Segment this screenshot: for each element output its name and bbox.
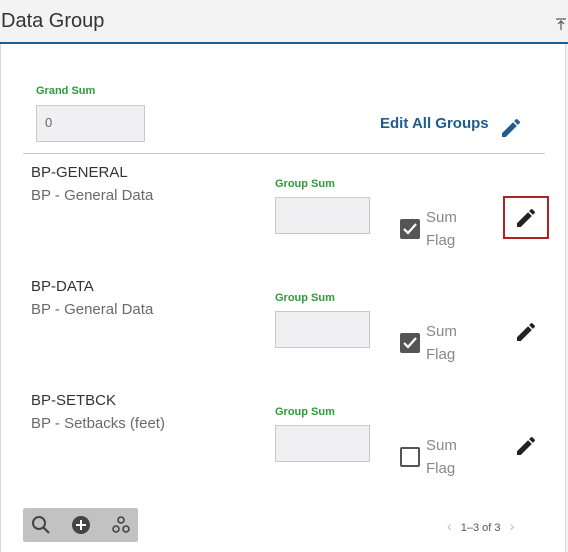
edit-group-button[interactable] xyxy=(503,196,549,239)
settings-gears-icon[interactable] xyxy=(111,515,131,535)
pencil-icon[interactable] xyxy=(499,116,523,140)
group-code: BP-GENERAL xyxy=(31,164,128,181)
pagination-text: 1–3 of 3 xyxy=(460,522,501,534)
pagination: ‹ 1–3 of 3 › xyxy=(447,518,514,534)
group-sum-input[interactable] xyxy=(275,425,370,462)
data-group-row: BP-DATA BP - General Data Group Sum Sum Fla… xyxy=(1,278,567,390)
pencil-icon xyxy=(514,320,538,344)
panel-title: Data Group xyxy=(1,10,105,32)
pencil-icon xyxy=(514,434,538,458)
sum-flag-label: Sum Flag xyxy=(426,209,457,249)
search-icon[interactable] xyxy=(31,515,51,535)
next-page-icon[interactable]: › xyxy=(510,518,515,534)
data-group-row: BP-GENERAL BP - General Data Group Sum Sum … xyxy=(1,164,567,276)
data-group-row: BP-SETBCK BP - Setbacks (feet) Group Sum Su… xyxy=(1,392,567,504)
edit-group-button[interactable] xyxy=(503,424,549,467)
group-code: BP-SETBCK xyxy=(31,392,117,409)
group-sum-label: Group Sum xyxy=(275,178,335,190)
prev-page-icon[interactable]: ‹ xyxy=(447,518,452,534)
edit-all-groups-link[interactable]: Edit All Groups xyxy=(380,115,489,132)
group-sum-label: Group Sum xyxy=(275,292,335,304)
group-sum-label: Group Sum xyxy=(275,406,335,418)
sum-flag-checkbox[interactable] xyxy=(400,219,420,239)
sum-flag-label: Sum Flag xyxy=(426,437,457,477)
sum-flag-label: Sum Flag xyxy=(426,323,457,363)
group-code: BP-DATA xyxy=(31,278,94,295)
group-sum-input[interactable] xyxy=(275,311,370,348)
edit-group-button[interactable] xyxy=(503,310,549,353)
group-sum-input[interactable] xyxy=(275,197,370,234)
group-description: BP - Setbacks (feet) xyxy=(31,415,165,432)
collapse-up-icon[interactable] xyxy=(556,18,566,33)
grand-sum-label: Grand Sum xyxy=(36,85,96,97)
sum-flag-checkbox[interactable] xyxy=(400,447,420,467)
bottom-toolbar xyxy=(23,508,138,542)
pencil-icon xyxy=(514,206,538,230)
group-description: BP - General Data xyxy=(31,187,154,204)
grand-sum-input[interactable]: 0 xyxy=(36,105,145,142)
add-circle-icon[interactable] xyxy=(71,515,91,535)
divider xyxy=(23,153,545,154)
group-description: BP - General Data xyxy=(31,301,154,318)
panel-header: Data Group xyxy=(0,0,568,44)
sum-flag-checkbox[interactable] xyxy=(400,333,420,353)
data-group-panel: Grand Sum 0 Edit All Groups BP-GENERAL BP… xyxy=(0,44,566,552)
